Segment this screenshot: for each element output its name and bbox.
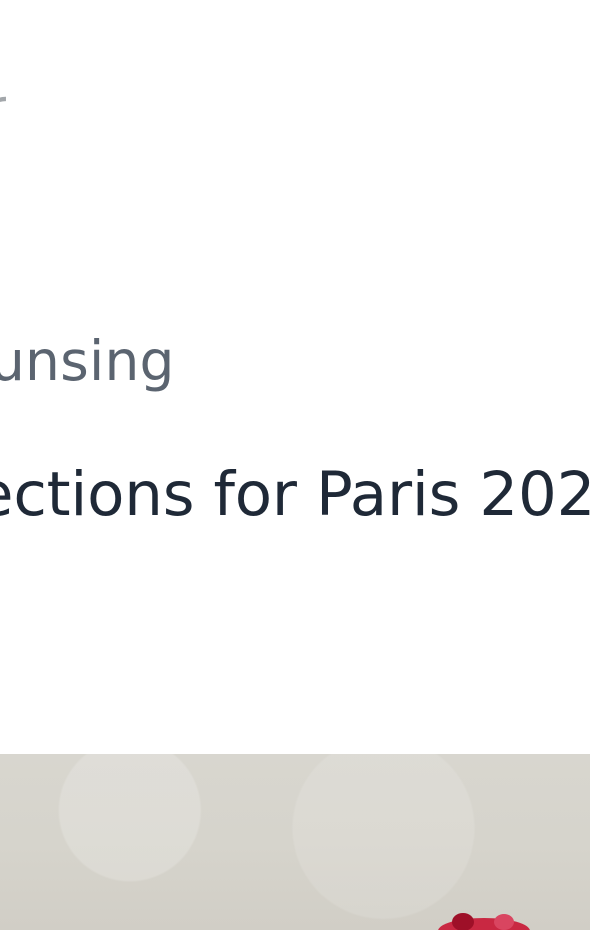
article-headline[interactable]: ections for Paris 2024	[0, 456, 590, 534]
partial-top-icon: ◜	[0, 82, 6, 160]
author-name[interactable]: unsing	[0, 326, 175, 396]
red-object-accent	[438, 913, 530, 930]
article-screen: ◜ unsing ections for Paris 2024	[0, 0, 590, 930]
article-image[interactable]	[0, 754, 590, 930]
